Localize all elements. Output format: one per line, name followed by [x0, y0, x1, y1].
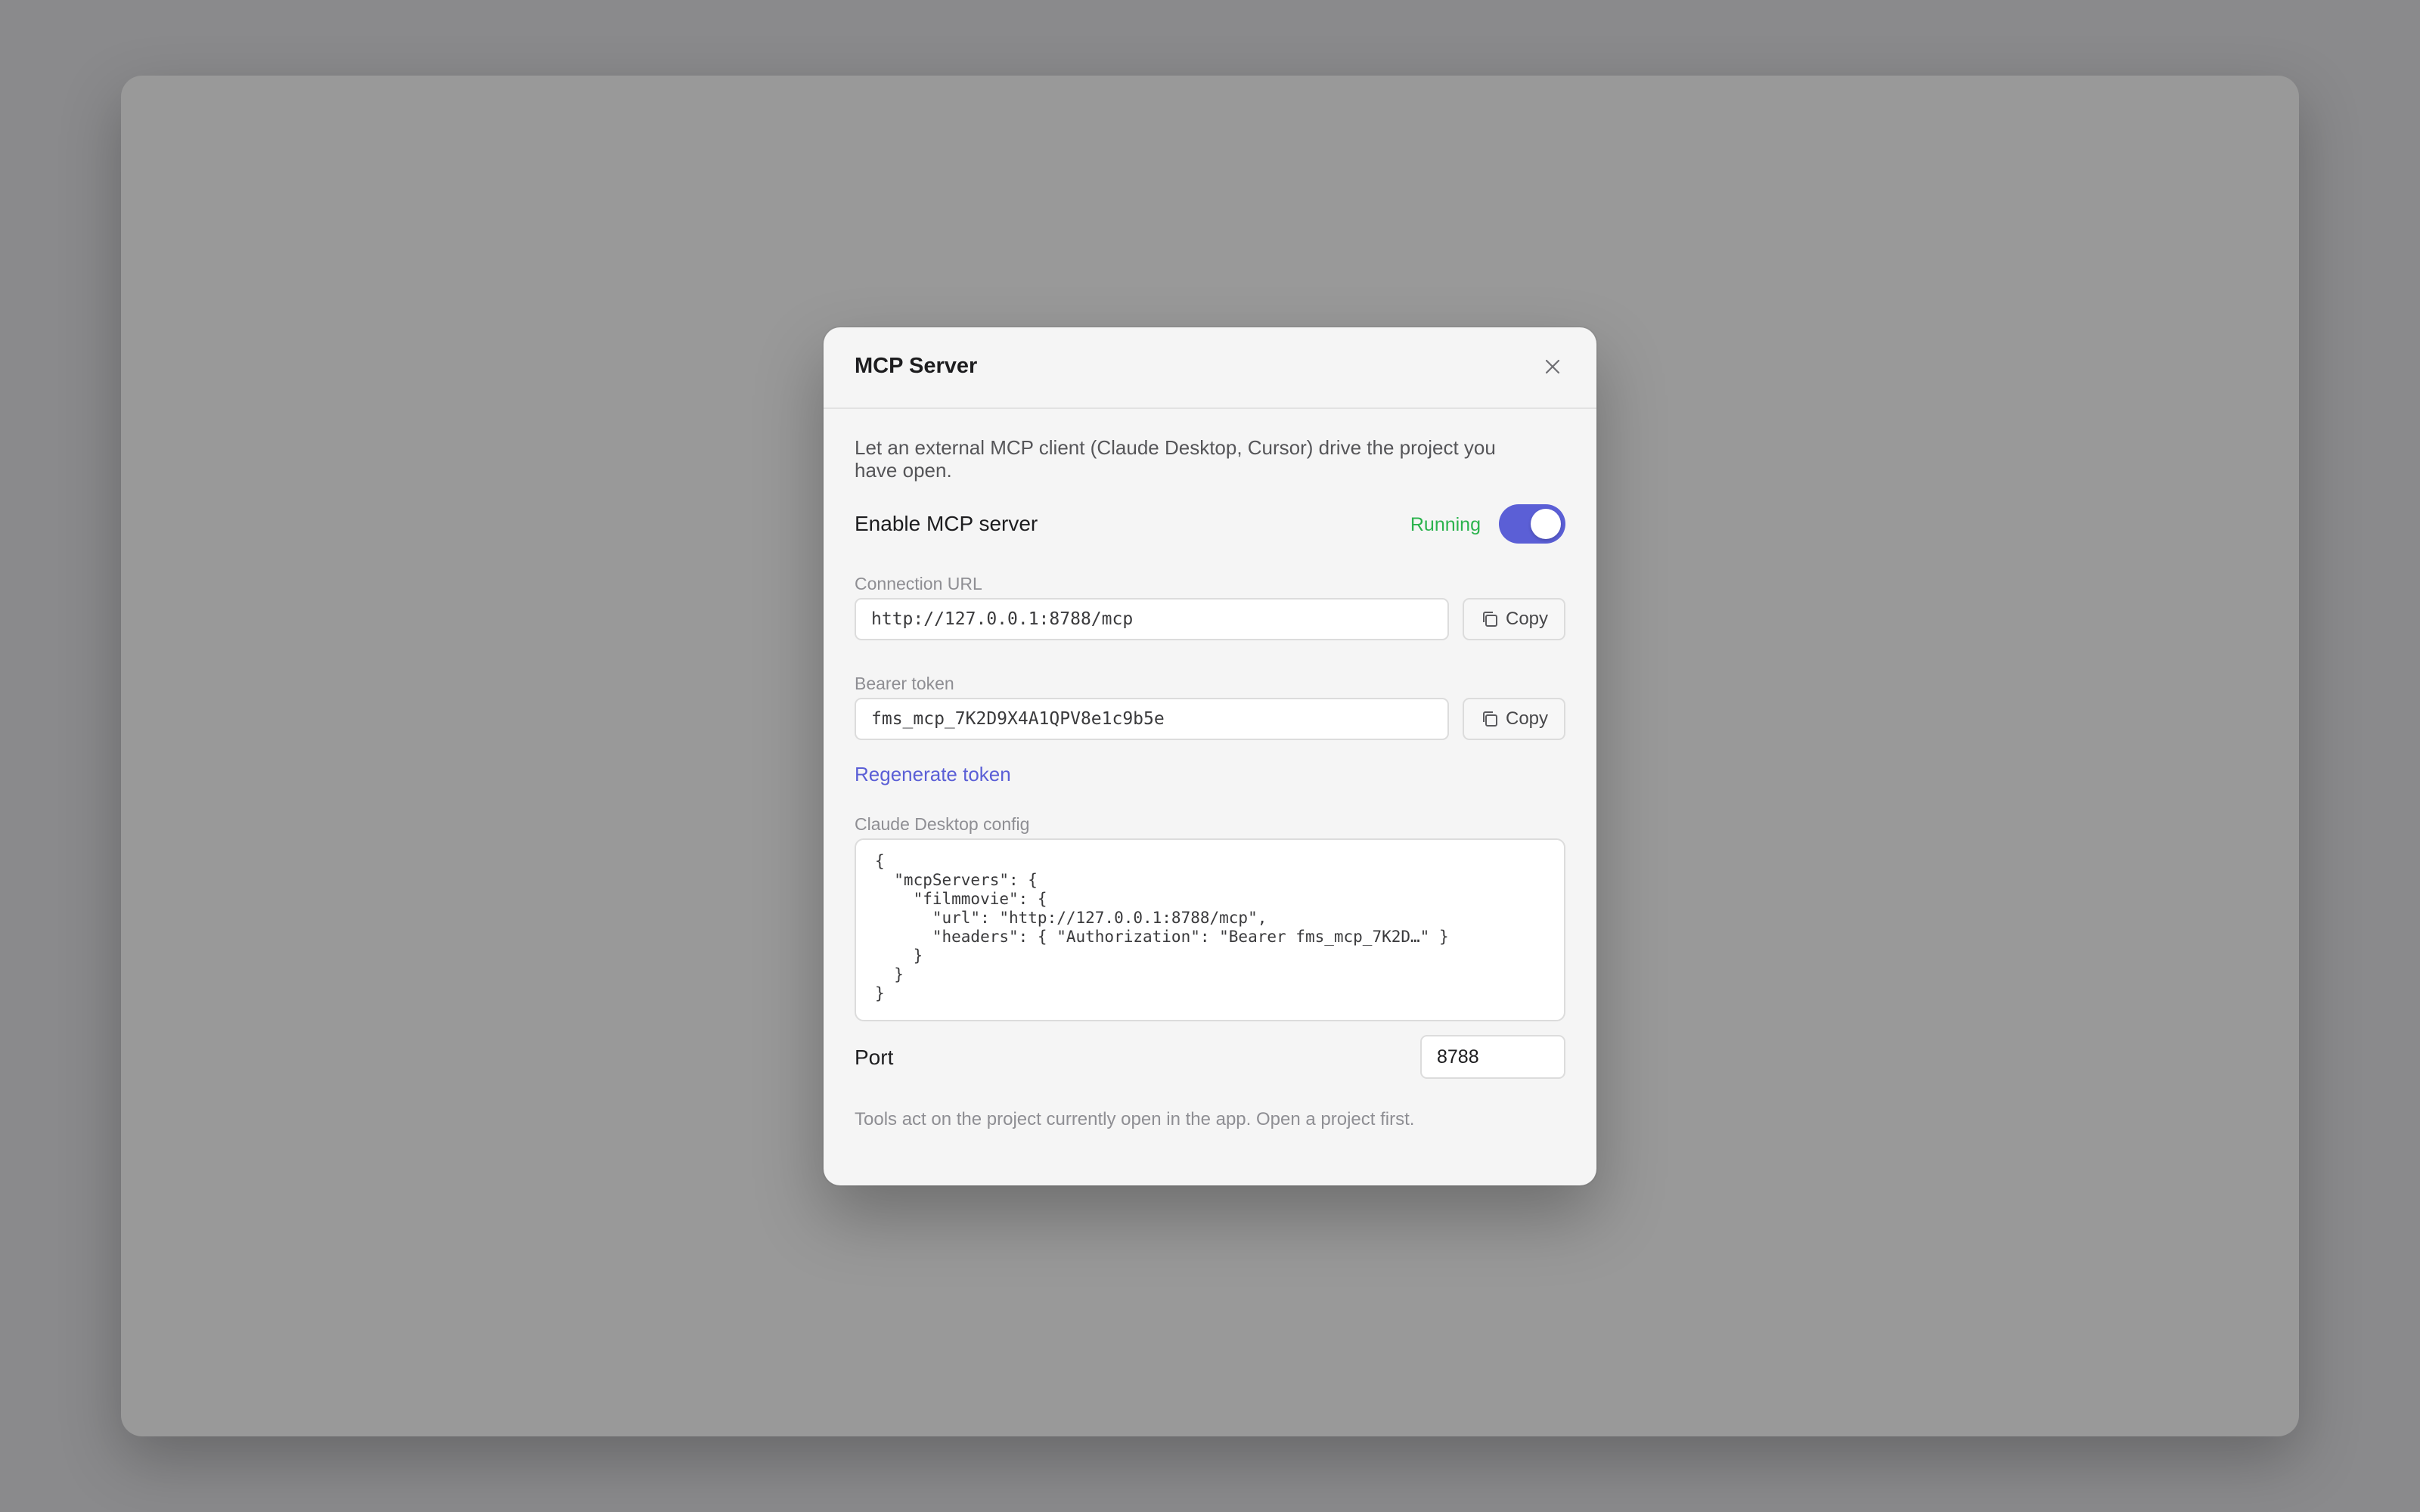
connection-url-field[interactable]: http://127.0.0.1:8788/mcp: [855, 598, 1449, 640]
close-button[interactable]: [1539, 353, 1566, 380]
copy-url-button[interactable]: Copy: [1463, 598, 1565, 640]
enable-mcp-label: Enable MCP server: [855, 512, 1038, 535]
footer-note: Tools act on the project currently open …: [855, 1109, 1415, 1129]
copy-token-label: Copy: [1505, 708, 1549, 729]
dialog-title: MCP Server: [855, 354, 978, 378]
claude-config-code[interactable]: { "mcpServers": { "filmmovie": { "url": …: [855, 838, 1565, 1021]
regenerate-token-link[interactable]: Regenerate token: [855, 763, 1011, 786]
enable-mcp-toggle[interactable]: [1499, 504, 1565, 544]
dialog-description: Let an external MCP client (Claude Deskt…: [855, 436, 1496, 482]
close-icon: [1545, 359, 1560, 374]
toggle-knob: [1531, 509, 1561, 539]
port-label: Port: [855, 1046, 894, 1069]
bearer-token-field[interactable]: fms_mcp_7K2D9X4A1QPV8e1c9b5e: [855, 698, 1449, 740]
copy-url-label: Copy: [1505, 609, 1549, 629]
mcp-server-dialog: MCP Server Let an external MCP client (C…: [824, 327, 1596, 1185]
claude-config-label: Claude Desktop config: [855, 814, 1030, 834]
copy-icon: [1482, 612, 1497, 627]
copy-token-button[interactable]: Copy: [1463, 698, 1565, 740]
dialog-header: MCP Server: [824, 327, 1596, 409]
bearer-token-label: Bearer token: [855, 674, 954, 693]
copy-icon: [1482, 711, 1497, 727]
port-input[interactable]: 8788: [1420, 1035, 1565, 1079]
status-badge: Running: [1410, 514, 1481, 535]
enable-row: Enable MCP server Running: [855, 504, 1565, 544]
connection-url-label: Connection URL: [855, 574, 982, 593]
